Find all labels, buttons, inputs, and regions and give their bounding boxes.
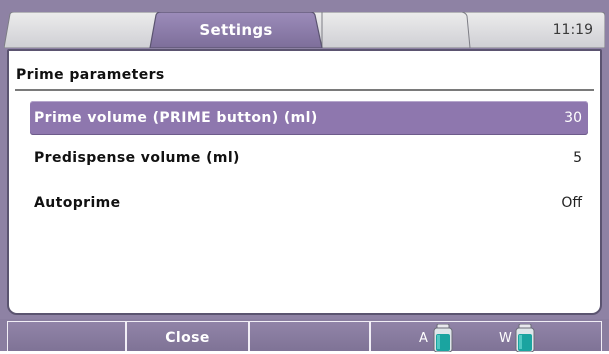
close-button[interactable]: Close [126, 321, 249, 351]
section-divider [15, 89, 594, 91]
setting-row-prime-volume[interactable]: Prime volume (PRIME button) (ml) 30 [30, 101, 588, 135]
setting-row-predispense-volume[interactable]: Predispense volume (ml) 5 [30, 141, 588, 175]
softkey-3[interactable] [249, 321, 370, 351]
tab-settings[interactable]: Settings [156, 19, 316, 41]
device-screen: Settings 11:19 Prime parameters Prime vo… [0, 0, 609, 352]
tab-bar: Settings 11:19 [4, 12, 605, 48]
bottle-status-area: A W [370, 321, 602, 352]
content-panel: Prime parameters Prime volume (PRIME but… [7, 49, 602, 315]
close-button-label: Close [165, 330, 210, 346]
bottle-w-label: W [499, 331, 512, 346]
bottom-bar: Close A W [0, 319, 609, 352]
setting-value: 5 [573, 150, 582, 166]
setting-value: 30 [564, 110, 582, 126]
clock-display: 11:19 [552, 22, 593, 38]
bottle-w-icon [515, 324, 535, 352]
setting-label: Prime volume (PRIME button) (ml) [34, 110, 318, 126]
bottle-a-label: A [419, 331, 428, 346]
setting-value: Off [561, 195, 582, 211]
setting-label: Autoprime [34, 195, 121, 211]
bottle-a-icon [433, 324, 453, 352]
softkey-1[interactable] [7, 321, 126, 351]
setting-row-autoprime[interactable]: Autoprime Off [30, 186, 588, 220]
setting-label: Predispense volume (ml) [34, 150, 240, 166]
section-title: Prime parameters [16, 67, 165, 83]
